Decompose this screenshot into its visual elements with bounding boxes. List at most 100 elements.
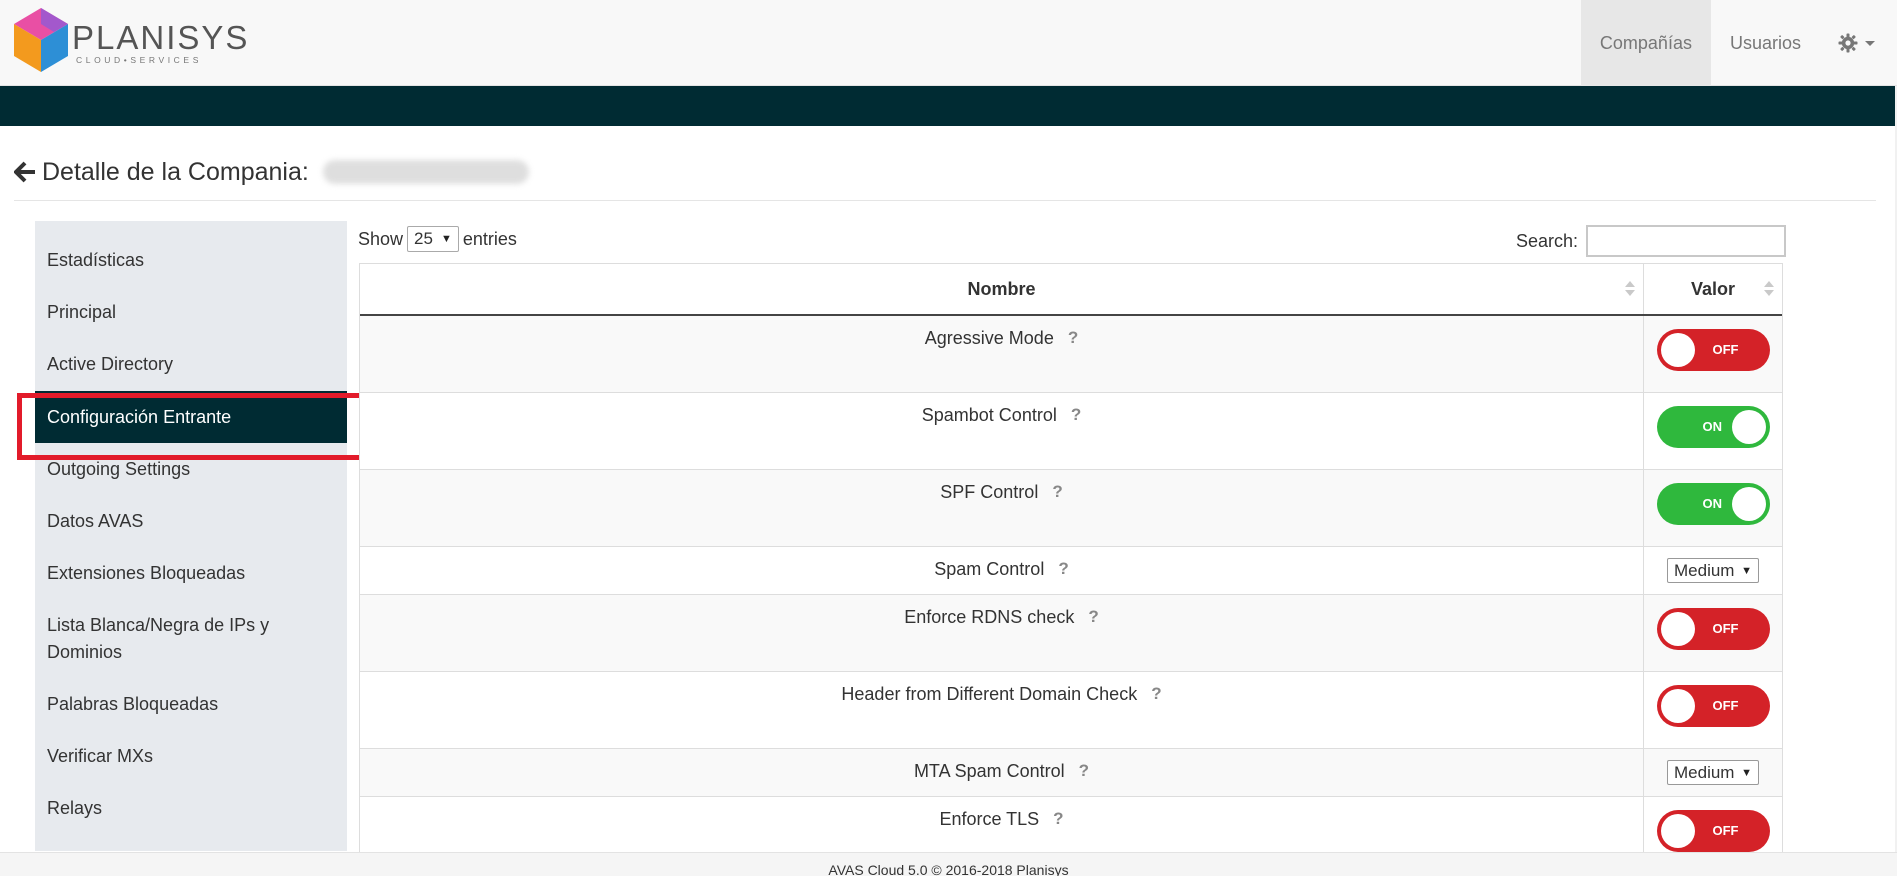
show-label: Show [358, 228, 404, 249]
nav-companies[interactable]: Compañías [1580, 0, 1711, 86]
search-input[interactable] [1586, 225, 1787, 257]
sidebar-item-principal[interactable]: Principal [35, 299, 347, 326]
question-mark-icon[interactable]: ? [1052, 482, 1062, 502]
question-mark-icon[interactable]: ? [1079, 761, 1089, 781]
table-row: Spambot Control ? ON [360, 393, 1782, 470]
sidebar-item-relays[interactable]: Relays [35, 795, 347, 822]
column-header-valor-label: Valor [1690, 278, 1736, 299]
toggle-knob [1731, 487, 1766, 521]
table-row: Header from Different Domain Check ? OFF [360, 672, 1782, 749]
setting-name: Enforce TLS [939, 809, 1040, 829]
search-label: Search: [1516, 230, 1579, 251]
toggle-knob [1660, 333, 1695, 367]
setting-name-cell: MTA Spam Control ? [360, 749, 1644, 796]
cube-logo-icon [14, 8, 68, 72]
toggle-state: ON [1702, 419, 1723, 434]
setting-name-cell: Enforce RDNS check ? [360, 595, 1644, 671]
settings-table: Nombre Valor Agressive Mode ? OFF Spambo… [359, 263, 1783, 874]
setting-name: Agressive Mode [924, 328, 1054, 348]
setting-value-cell: OFF [1644, 672, 1782, 748]
sort-icon [1764, 281, 1774, 296]
toggle-knob [1660, 689, 1695, 723]
mta-spam-control-select[interactable]: Medium ▼ [1667, 760, 1759, 785]
toggle-state: OFF [1712, 698, 1739, 713]
setting-value-cell: ON [1644, 470, 1782, 546]
agressive-mode-toggle[interactable]: OFF [1656, 329, 1770, 371]
question-mark-icon[interactable]: ? [1151, 684, 1161, 704]
spam-control-select[interactable]: Medium ▼ [1667, 558, 1759, 583]
footer-text: AVAS Cloud 5.0 © 2016-2018 Planisys [828, 862, 1069, 876]
entries-select-value: 25 [414, 229, 433, 248]
toggle-state: OFF [1712, 823, 1739, 838]
sidebar-item-verificar-mxs[interactable]: Verificar MXs [35, 743, 347, 770]
brand-name: PLANISYS [72, 19, 250, 56]
setting-name: MTA Spam Control [913, 761, 1065, 781]
toggle-state: OFF [1712, 342, 1739, 357]
setting-name: SPF Control [940, 482, 1039, 502]
setting-value-cell: Medium ▼ [1644, 749, 1782, 796]
gear-icon [1838, 33, 1858, 53]
question-mark-icon[interactable]: ? [1053, 809, 1063, 829]
question-mark-icon[interactable]: ? [1068, 328, 1078, 348]
brand-tagline: CLOUD•SERVICES [76, 55, 202, 65]
entries-length-control: Show 25 ▼ entries [358, 226, 517, 252]
navbar-links: Compañías Usuarios [1580, 0, 1897, 86]
page-title-text: Detalle de la Compania: [42, 157, 309, 186]
sidebar-item-active-directory[interactable]: Active Directory [35, 351, 347, 378]
question-mark-icon[interactable]: ? [1088, 607, 1098, 627]
settings-menu[interactable] [1820, 0, 1897, 86]
setting-name-cell: Agressive Mode ? [360, 316, 1644, 392]
settings-sidebar: Estadísticas Principal Active Directory … [35, 221, 347, 851]
page-title: Detalle de la Compania: [14, 152, 529, 192]
table-header: Nombre Valor [360, 264, 1782, 316]
table-row: SPF Control ? ON [360, 470, 1782, 547]
sidebar-item-datos-avas[interactable]: Datos AVAS [35, 508, 347, 535]
toggle-knob [1660, 612, 1695, 646]
setting-name-cell: Spam Control ? [360, 547, 1644, 594]
table-search: Search: [1516, 225, 1787, 257]
column-header-nombre[interactable]: Nombre [360, 264, 1644, 314]
spf-control-toggle[interactable]: ON [1656, 483, 1770, 525]
setting-name: Spambot Control [921, 405, 1057, 425]
setting-name: Spam Control [934, 559, 1045, 579]
sidebar-item-configuracion-entrante[interactable]: Configuración Entrante [35, 391, 347, 443]
select-value: Medium [1674, 762, 1735, 782]
navbar-band [0, 86, 1897, 126]
caret-down-icon: ▼ [440, 233, 452, 245]
column-header-valor[interactable]: Valor [1644, 264, 1782, 314]
sidebar-item-extensiones-bloqueadas[interactable]: Extensiones Bloqueadas [35, 560, 347, 587]
toggle-state: OFF [1712, 621, 1739, 636]
table-row: MTA Spam Control ? Medium ▼ [360, 749, 1782, 797]
question-mark-icon[interactable]: ? [1071, 405, 1081, 425]
enforce-rdns-toggle[interactable]: OFF [1656, 608, 1770, 650]
spambot-control-toggle[interactable]: ON [1656, 406, 1770, 448]
entries-label: entries [462, 228, 517, 249]
table-row: Agressive Mode ? OFF [360, 316, 1782, 393]
arrow-left-icon[interactable] [14, 161, 36, 183]
toggle-knob [1731, 410, 1766, 444]
select-value: Medium [1674, 560, 1735, 580]
setting-value-cell: ON [1644, 393, 1782, 469]
setting-value-cell: OFF [1644, 316, 1782, 392]
header-domain-check-toggle[interactable]: OFF [1656, 685, 1770, 727]
entries-select[interactable]: 25 ▼ [407, 226, 459, 252]
question-mark-icon[interactable]: ? [1058, 559, 1068, 579]
column-header-nombre-label: Nombre [967, 278, 1036, 299]
company-name-redacted [322, 160, 529, 184]
page-footer: AVAS Cloud 5.0 © 2016-2018 Planisys [0, 852, 1897, 876]
sidebar-item-outgoing-settings[interactable]: Outgoing Settings [35, 456, 347, 483]
setting-value-cell: Medium ▼ [1644, 547, 1782, 594]
setting-name: Enforce RDNS check [904, 607, 1075, 627]
setting-name-cell: Spambot Control ? [360, 393, 1644, 469]
sidebar-item-palabras-bloqueadas[interactable]: Palabras Bloqueadas [35, 691, 347, 718]
setting-name-cell: Header from Different Domain Check ? [360, 672, 1644, 748]
setting-value-cell: OFF [1644, 595, 1782, 671]
setting-name: Header from Different Domain Check [841, 684, 1138, 704]
setting-name-cell: SPF Control ? [360, 470, 1644, 546]
sidebar-item-lista-blanca-negra[interactable]: Lista Blanca/Negra de IPs y Dominios [35, 612, 347, 666]
sidebar-item-estadisticas[interactable]: Estadísticas [35, 247, 347, 274]
enforce-tls-toggle[interactable]: OFF [1656, 810, 1770, 852]
nav-users[interactable]: Usuarios [1711, 0, 1820, 86]
toggle-state: ON [1702, 496, 1723, 511]
table-row: Enforce RDNS check ? OFF [360, 595, 1782, 672]
